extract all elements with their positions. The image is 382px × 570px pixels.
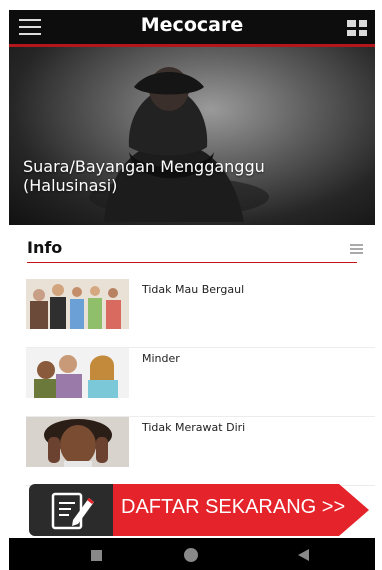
register-banner-button[interactable]: DAFTAR SEKARANG >> [29,484,372,536]
system-nav-bar [9,538,375,570]
form-icon-box [29,484,113,536]
app-bar: Mecocare [9,10,375,47]
item-title: Tidak Mau Bergaul [142,283,245,296]
hero-slider[interactable]: Suara/Bayangan Mengganggu (Halusinasi) [9,47,375,225]
app-screen: Mecocare Suara/Bayangan Mengganggu (Halu… [9,0,375,570]
home-icon[interactable] [184,548,198,562]
app-title: Mecocare [140,14,244,36]
item-thumbnail [26,279,129,329]
item-title: Tidak Merawat Diri [142,421,246,434]
info-section-header: Info [27,236,375,264]
section-divider [27,262,357,263]
item-thumbnail [26,417,129,467]
item-thumbnail [26,348,129,398]
hero-caption: Suara/Bayangan Mengganggu (Halusinasi) [23,157,265,195]
register-banner-label: DAFTAR SEKARANG >> [121,496,346,518]
list-item[interactable]: Tidak Merawat Diri [26,417,375,486]
item-title: Minder [142,352,180,365]
recents-icon[interactable] [91,550,102,561]
form-pen-icon [51,492,94,530]
info-heading: Info [27,238,63,257]
list-item[interactable]: Tidak Mau Bergaul [26,279,375,348]
list-item[interactable]: Minder [26,348,375,417]
grid-view-icon[interactable] [347,20,367,36]
back-icon[interactable] [298,549,309,561]
list-view-icon[interactable] [350,244,363,255]
hero-image [89,67,269,222]
